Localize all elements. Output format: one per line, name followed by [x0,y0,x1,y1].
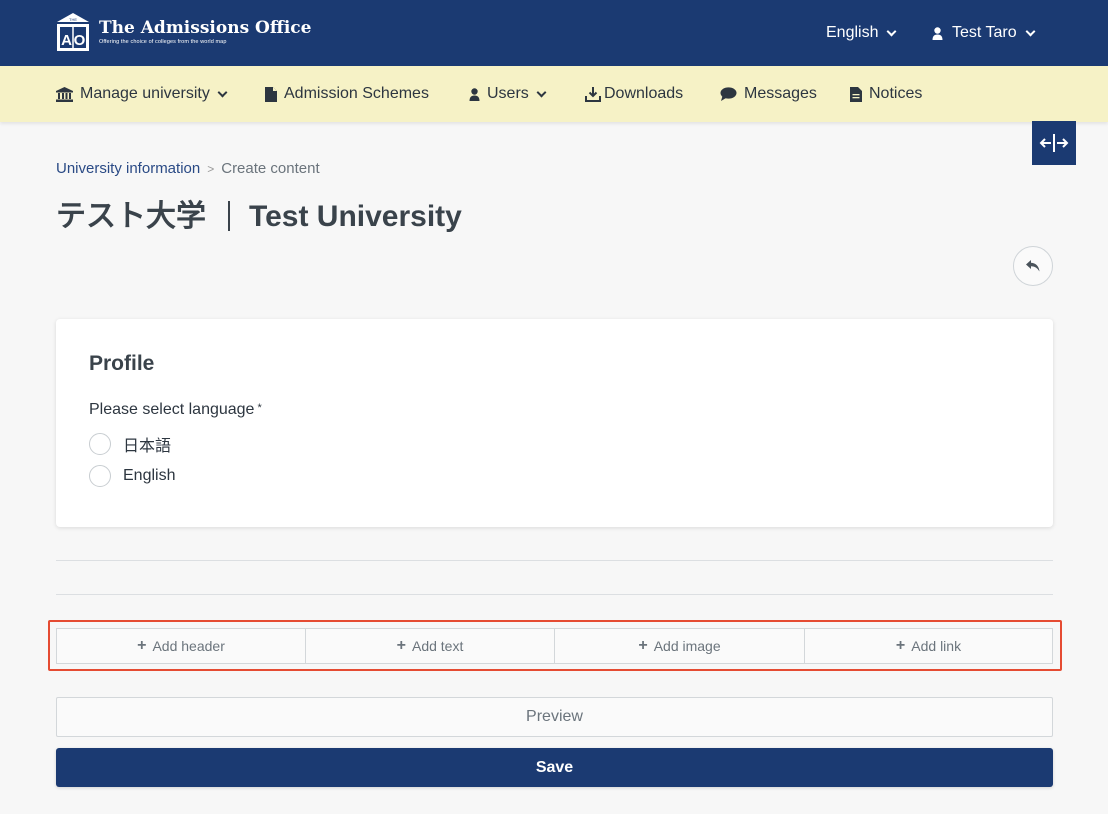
add-image-button[interactable]: + Add image [554,628,805,664]
preview-button[interactable]: Preview [56,697,1053,737]
user-icon [932,26,943,40]
document-icon [850,86,862,102]
nav-label: Notices [869,85,923,102]
svg-text:THE: THE [69,17,77,22]
chevron-down-icon [536,87,547,97]
svg-text:A: A [61,32,72,49]
page-title: テスト大学 Test University [56,191,462,235]
download-icon [585,86,601,102]
nav-label: Users [487,85,529,102]
required-mark: * [257,402,262,414]
add-text-label: Add text [411,638,464,654]
add-text-button[interactable]: + Add text [305,628,555,664]
nav-label: Downloads [604,85,684,102]
radio-button[interactable] [89,465,111,487]
building-logo-icon: A O THE [56,12,90,52]
nav-manage-university[interactable]: Manage university [56,85,228,103]
main-nav: Manage university Admission Schemes User… [0,66,1108,122]
page-title-en: Test University [249,200,462,233]
radio-label: English [123,467,176,484]
svg-text:O: O [74,32,86,49]
title-divider [228,201,230,231]
plus-icon: + [137,637,147,654]
divider [56,594,1053,595]
university-icon [56,86,73,102]
language-option-english[interactable]: English [89,465,175,487]
breadcrumb-university-information[interactable]: University information [56,160,200,177]
profile-title: Profile [89,352,155,375]
brand-logo[interactable]: A O THE The Admissions Office Offering t… [56,12,311,52]
save-button[interactable]: Save [56,748,1053,787]
add-image-label: Add image [653,638,721,654]
expand-width-button[interactable] [1032,121,1076,165]
add-link-button[interactable]: + Add link [804,628,1053,664]
user-menu[interactable]: Test Taro [932,24,1036,42]
add-header-button[interactable]: + Add header [56,628,306,664]
nav-downloads[interactable]: Downloads [585,85,683,103]
user-name: Test Taro [952,24,1017,41]
chevron-down-icon [1025,26,1036,36]
language-selector[interactable]: English [826,24,897,42]
add-header-label: Add header [152,638,225,654]
user-icon [469,87,480,101]
plus-icon: + [895,637,906,654]
profile-card: Profile Please select language * 日本語 Engl… [56,319,1053,527]
nav-admission-schemes[interactable]: Admission Schemes [265,85,429,103]
add-link-label: Add link [911,638,962,654]
language-label-text: Please select language [89,401,255,418]
plus-icon: + [396,637,406,654]
plus-icon: + [638,637,648,654]
nav-label: Manage university [80,85,210,102]
nav-notices[interactable]: Notices [850,85,922,103]
nav-messages[interactable]: Messages [720,85,817,103]
file-icon [265,86,277,102]
breadcrumb: University information > Create content [56,160,320,177]
language-field-label: Please select language * [89,401,262,419]
comment-icon [720,87,737,101]
radio-label: 日本語 [123,438,172,455]
arrows-horizontal-icon [1039,134,1069,152]
chevron-down-icon [217,87,228,97]
reply-icon [1026,260,1040,272]
nav-label: Admission Schemes [284,85,429,102]
brand-tagline: Offering the choice of colleges from the… [99,39,227,45]
language-label: English [826,24,879,41]
back-button[interactable] [1013,246,1053,286]
page-title-ja: テスト大学 [56,200,206,233]
top-header: A O THE The Admissions Office Offering t… [0,0,1108,66]
chevron-down-icon [887,26,897,36]
language-option-japanese[interactable]: 日本語 [89,432,171,456]
radio-button[interactable] [89,433,111,455]
breadcrumb-current: Create content [221,160,320,177]
nav-label: Messages [744,85,817,102]
nav-users[interactable]: Users [469,85,547,103]
divider [56,560,1053,561]
breadcrumb-separator: > [207,161,215,176]
brand-title: The Admissions Office [99,18,312,38]
